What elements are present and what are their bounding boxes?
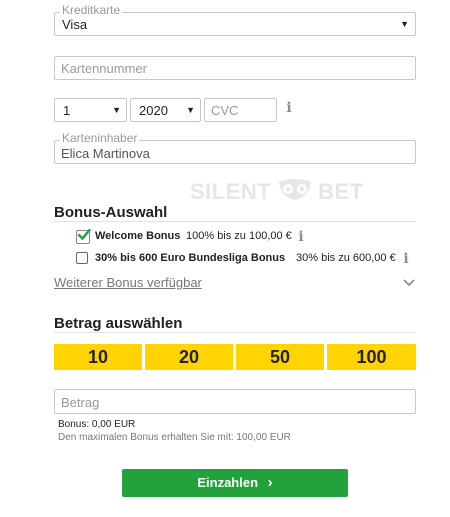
bonus-option-name: Welcome Bonus [95, 230, 181, 242]
checkbox-checked[interactable] [76, 228, 91, 244]
watermark-left: SILENT [190, 179, 272, 204]
bonus-divider [54, 221, 416, 222]
card-holder-value: Elica Martinova [61, 146, 150, 161]
amount-preset-50[interactable]: 50 [236, 344, 324, 370]
owl-logo-icon [278, 179, 311, 200]
amount-preset-100[interactable]: 100 [327, 344, 416, 370]
chevron-down-icon[interactable] [403, 279, 415, 287]
cvc-input[interactable]: CVC [204, 98, 277, 122]
caret-down-icon: ▼ [112, 105, 121, 115]
bonus-option-desc: 30% bis zu 600,00 € [296, 252, 396, 264]
expiry-year-value: 2020 [139, 103, 168, 118]
expiry-month-value: 1 [63, 103, 71, 118]
amount-section-title: Betrag auswählen [54, 315, 183, 332]
amount-preset-20[interactable]: 20 [145, 344, 233, 370]
deposit-button-label: Einzahlen [197, 475, 259, 490]
caret-down-icon: ▼ [400, 19, 409, 29]
bonus-section-title: Bonus-Auswahl [54, 204, 168, 221]
info-icon[interactable]: i [286, 101, 292, 115]
card-type-value: Visa [62, 17, 88, 32]
expiry-year-select[interactable]: 2020 ▼ [130, 98, 201, 122]
amount-preset-10[interactable]: 10 [54, 344, 142, 370]
amount-divider [54, 332, 416, 333]
silentbet-watermark: SILENT BET [190, 178, 364, 206]
bonus-amount-text: Bonus: 0,00 EUR [58, 419, 136, 430]
max-bonus-text: Den maximalen Bonus erhalten Sie mit: 10… [58, 432, 291, 443]
card-number-placeholder: Kartennummer [61, 61, 147, 76]
cvc-placeholder: CVC [211, 103, 239, 118]
info-icon[interactable]: i [403, 252, 409, 266]
caret-down-icon: ▼ [186, 105, 195, 115]
more-bonus-link[interactable]: Weiterer Bonus verfügbar [54, 275, 202, 290]
arrow-right-icon: › [267, 474, 273, 491]
deposit-button[interactable]: Einzahlen › [122, 469, 348, 497]
amount-input[interactable]: Betrag [54, 389, 416, 414]
card-number-input[interactable]: Kartennummer [54, 56, 416, 80]
bonus-option-desc: 100% bis zu 100,00 € [186, 230, 292, 242]
info-icon[interactable]: i [298, 230, 304, 244]
amount-placeholder: Betrag [61, 395, 100, 410]
checkbox-unchecked[interactable] [76, 252, 88, 264]
checkmark-icon [77, 228, 91, 241]
expiry-month-select[interactable]: 1 ▼ [54, 98, 127, 122]
watermark-right: BET [318, 179, 364, 204]
card-type-legend: Kreditkarte [60, 3, 123, 17]
bonus-option-name: 30% bis 600 Euro Bundesliga Bonus [95, 252, 286, 264]
card-holder-legend: Karteninhaber [60, 131, 140, 145]
